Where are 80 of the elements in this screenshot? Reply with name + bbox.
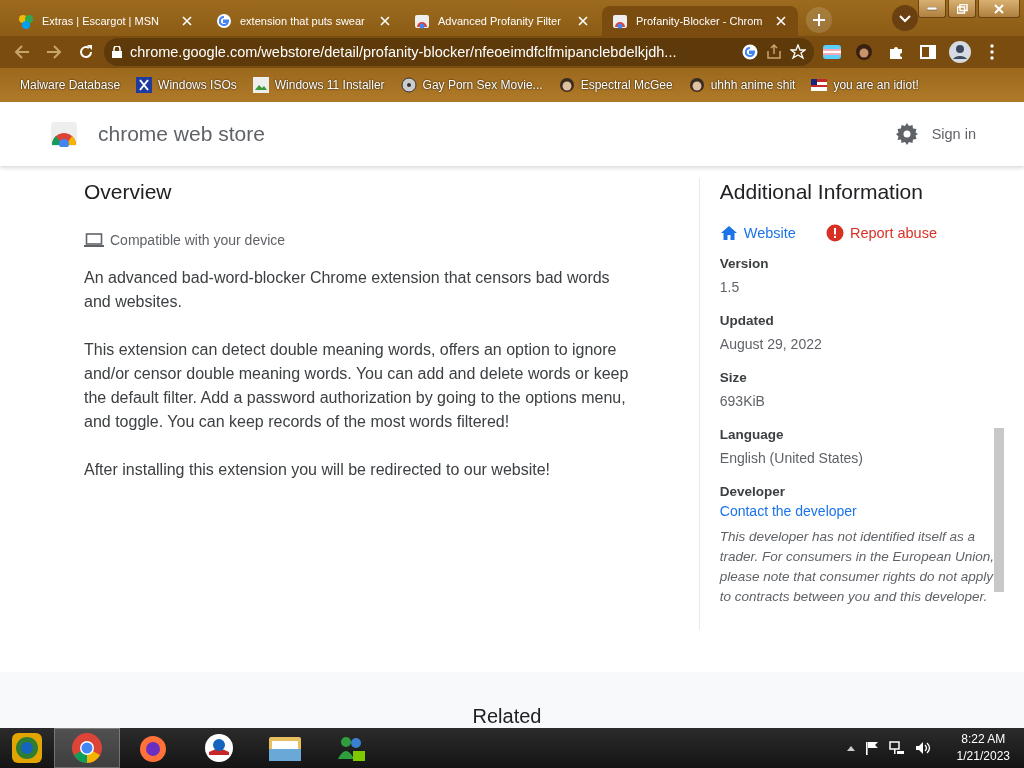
field-label: Size — [719, 370, 748, 385]
google-icon — [216, 13, 232, 29]
image-icon — [252, 77, 269, 93]
tab-title: extension that puts swear — [240, 15, 366, 27]
section-heading: Related — [472, 705, 542, 728]
browser-tab[interactable]: Advanced Profanity Filter — [404, 6, 600, 36]
plus-icon — [813, 14, 825, 26]
new-tab-button[interactable] — [806, 7, 832, 33]
lock-icon — [112, 46, 122, 58]
browser-tab[interactable]: Extras | Escargot | MSN — [8, 6, 204, 36]
close-icon[interactable] — [774, 14, 788, 28]
close-icon[interactable] — [576, 14, 590, 28]
share-icon[interactable] — [766, 44, 782, 60]
flag-icon — [811, 79, 828, 91]
google-icon[interactable] — [742, 44, 758, 60]
field-value: 693KiB — [719, 393, 766, 409]
contact-link[interactable]: Contact the developer — [719, 503, 995, 519]
description-paragraph: After installing this extension you will be redirected to our website! — [84, 460, 551, 480]
compatibility-text: Compatible with your device — [110, 232, 286, 248]
website-link[interactable]: Website — [719, 224, 796, 242]
field-value: 1.5 — [719, 279, 741, 295]
close-icon — [994, 3, 1004, 14]
sign-in-link[interactable]: Sign in — [931, 126, 976, 142]
description-paragraph: An advanced bad-word-blocker Chrome extension that censors bad words and websites. — [84, 268, 611, 312]
warning-icon — [825, 224, 844, 242]
field-label: Updated — [719, 313, 775, 328]
section-heading: Overview — [84, 180, 173, 204]
avatar-icon — [558, 77, 575, 93]
field-value: August 29, 2022 — [719, 336, 823, 352]
section-heading: Additional Information — [719, 180, 924, 204]
trader-note: This developer has not identified itself as a trader. For consumers in the European Union, please note that consumer rights do not apply to contracts between you and this developer. — [719, 528, 995, 606]
store-icon — [414, 13, 430, 29]
description-paragraph: This extension can detect double meaning words, offers an option to ignore and/or censor double meaning words. You can add and delete words or keep the default filter. Add a password authorization by going to the options menu, and toggle. You can keep records of the most words filtered! — [84, 340, 630, 432]
home-icon — [719, 225, 738, 241]
minimize-button[interactable] — [918, 0, 946, 18]
browser-tab[interactable]: extension that puts swear — [206, 6, 402, 36]
report-link[interactable]: Report abuse — [825, 224, 937, 242]
bookmark[interactable]: Windows ISOs — [136, 77, 237, 93]
bookmark[interactable]: you are an idiot! — [811, 78, 919, 92]
tab-search-icon[interactable] — [892, 5, 918, 31]
chrome-icon[interactable] — [71, 732, 103, 764]
tab-title: Advanced Profanity Filter — [438, 15, 562, 27]
bookmark[interactable]: Gay Porn Sex Movie... — [400, 77, 543, 93]
chevron-up-icon[interactable] — [846, 745, 855, 751]
scrollbar-thumb[interactable] — [994, 428, 1004, 592]
star-icon[interactable] — [790, 44, 806, 60]
disc-icon — [400, 77, 417, 93]
x-icon — [136, 77, 153, 93]
circle-logo-icon[interactable] — [203, 732, 235, 764]
bookmark[interactable]: Windows 11 Installer — [252, 77, 385, 93]
close-icon[interactable] — [378, 14, 392, 28]
minimize-icon — [927, 6, 937, 11]
field-label: Developer — [719, 484, 787, 499]
network-icon[interactable] — [888, 741, 905, 755]
settings-icon[interactable] — [895, 123, 918, 145]
restore-button[interactable] — [948, 0, 976, 18]
close-icon[interactable] — [180, 14, 194, 28]
field-label: Language — [719, 427, 785, 442]
avatar-icon — [688, 77, 705, 93]
store-logo[interactable] — [50, 121, 78, 147]
field-value: English (United States) — [719, 450, 864, 466]
tab-title: Profanity-Blocker - Chrom — [636, 15, 764, 27]
field-label: Version — [719, 256, 770, 271]
bookmark[interactable]: uhhh anime shit — [688, 77, 796, 93]
url-text: chrome.google.com/webstore/detail/profanity-blocker/nfeoeimdfclfmipanclebdelkjdh... — [130, 44, 678, 60]
address-bar[interactable]: chrome.google.com/webstore/detail/profanity-blocker/nfeoeimdfclfmipanclebdelkjdh... — [104, 38, 814, 66]
laptop-icon — [84, 233, 104, 247]
restore-icon — [956, 3, 968, 14]
flag-icon[interactable] — [864, 741, 879, 755]
clock[interactable]: 8:22 AM 1/21/2023 — [956, 731, 1010, 765]
start-icon[interactable] — [11, 732, 43, 764]
profile-icon[interactable] — [946, 38, 974, 66]
bookmark[interactable]: Malware Database — [20, 78, 121, 92]
store-icon — [612, 13, 628, 29]
store-title: chrome web store — [98, 122, 266, 146]
tab-title: Extras | Escargot | MSN — [42, 15, 160, 27]
browser-tab[interactable]: Profanity-Blocker - Chrom — [602, 6, 798, 36]
close-button[interactable] — [978, 0, 1020, 18]
speaker-icon[interactable] — [914, 741, 931, 755]
bookmark[interactable]: Espectral McGee — [558, 77, 673, 93]
